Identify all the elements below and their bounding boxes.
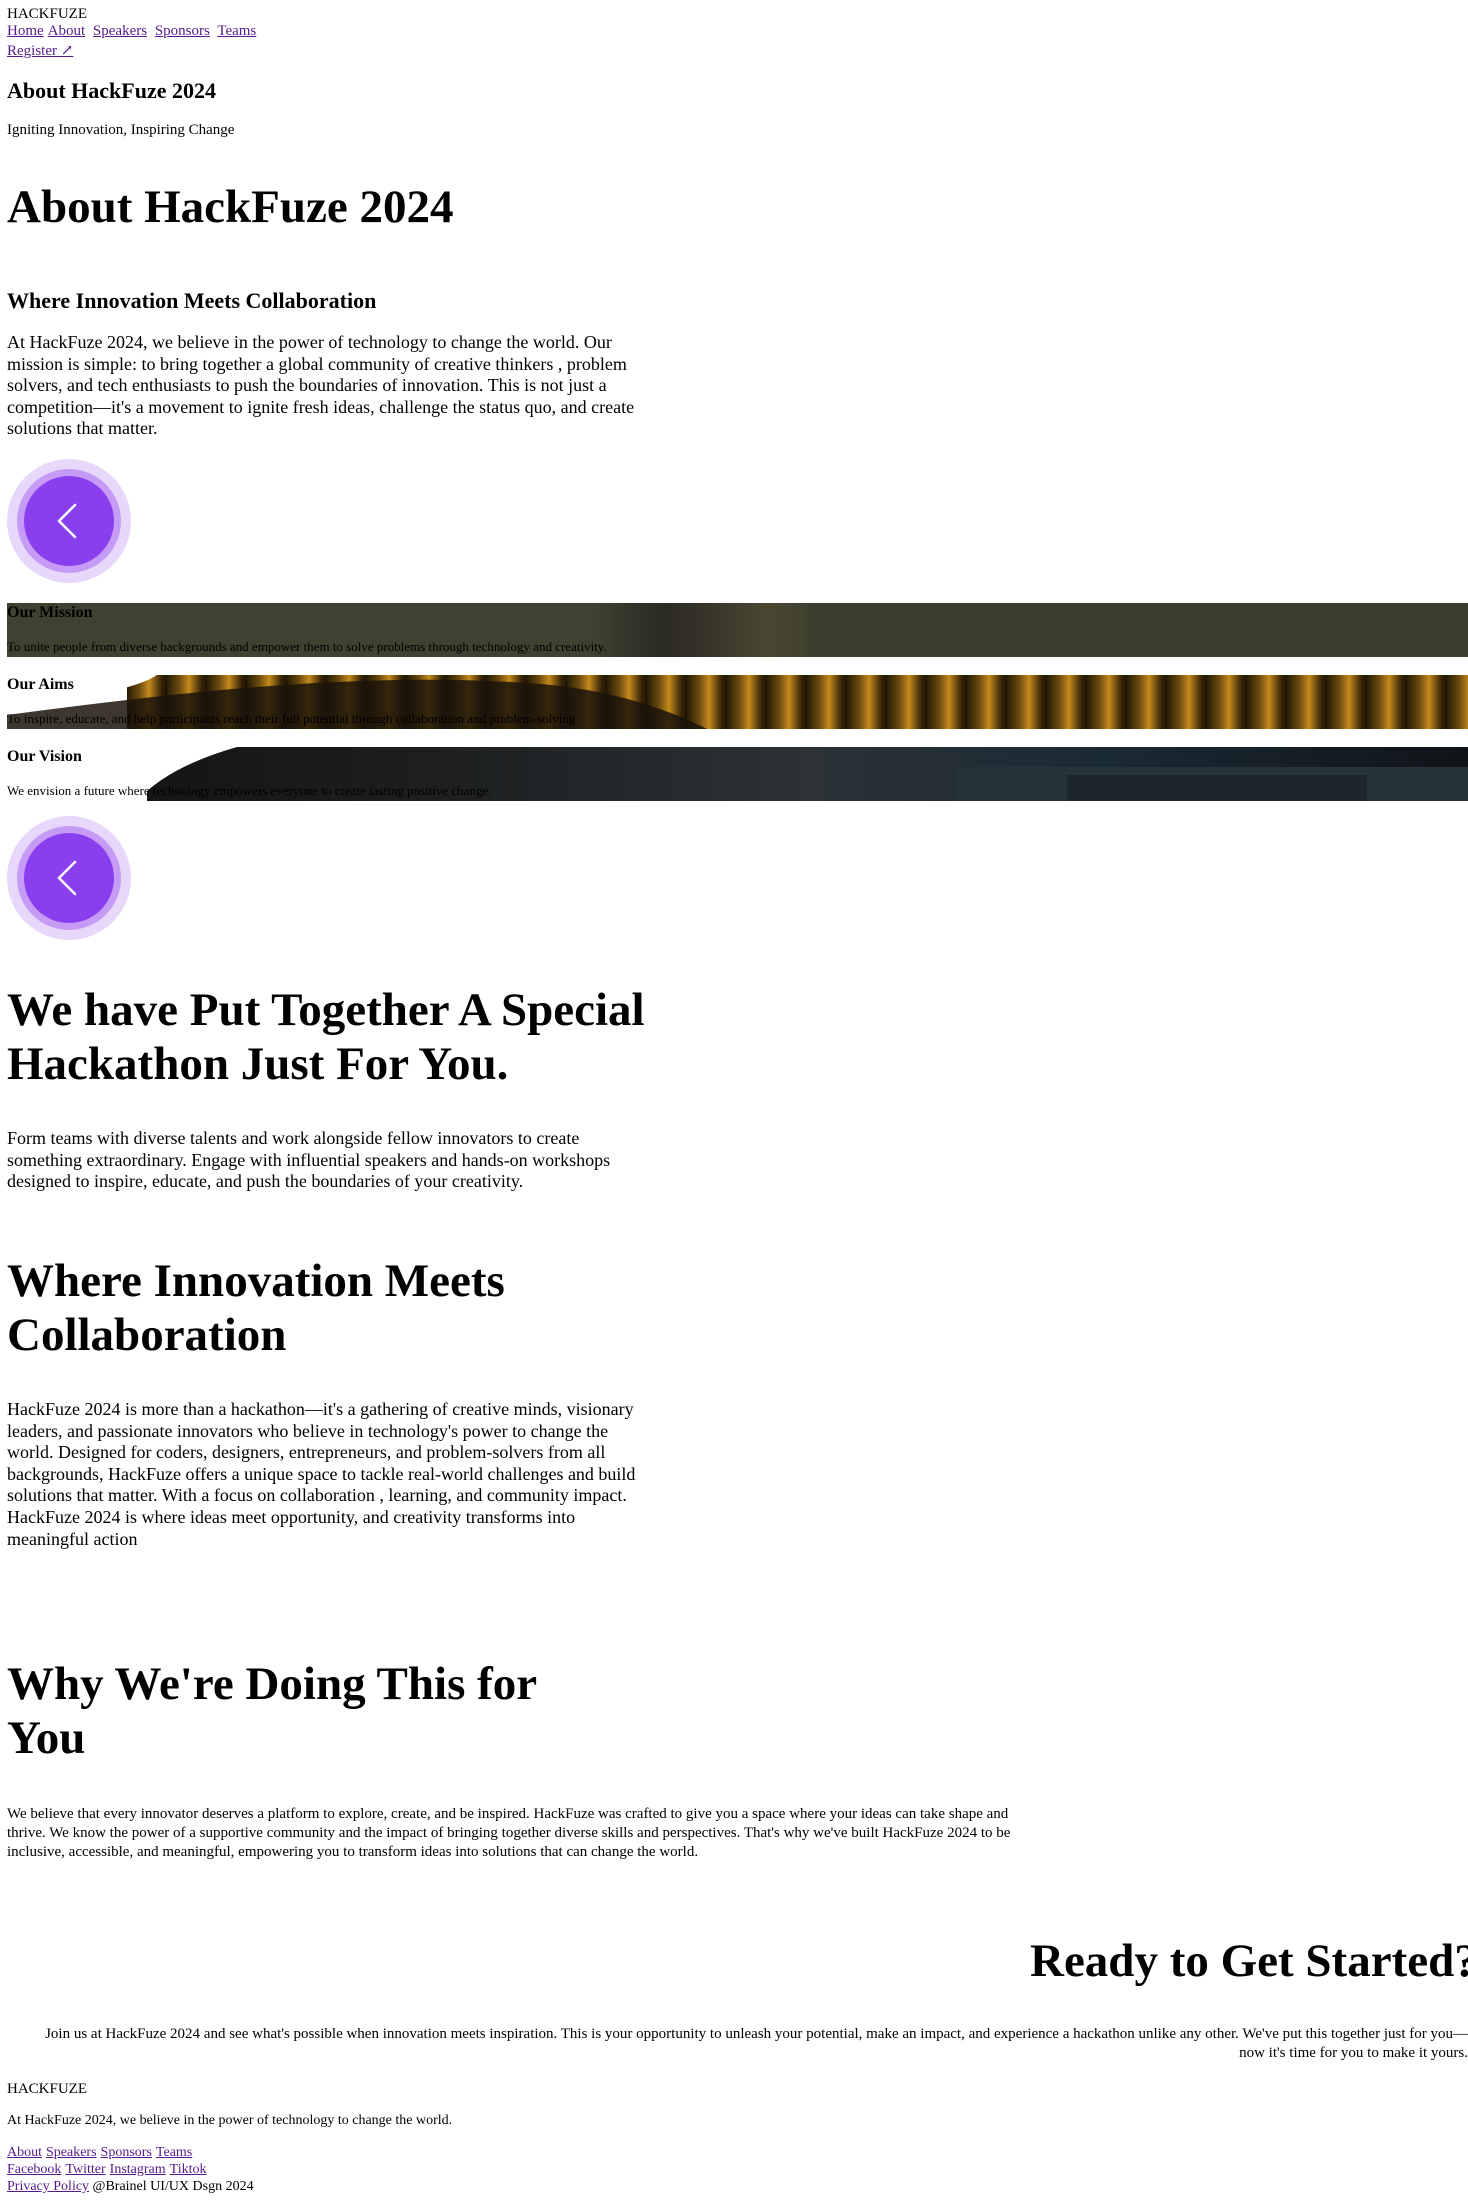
facebook-link[interactable]: Facebook (7, 2162, 61, 2177)
innovation-text: HackFuze 2024 is more than a hackathon—i… (7, 1399, 636, 1549)
why-text: We believe that every innovator deserves… (7, 1806, 1011, 1860)
nav-teams-link[interactable]: Teams (217, 23, 256, 39)
nav-sponsors-link[interactable]: Sponsors (155, 23, 210, 39)
about-text: At HackFuze 2024, we believe in the powe… (7, 332, 635, 439)
chevron-left-icon (57, 503, 77, 539)
button-core (24, 476, 114, 566)
mission-heading: Our Mission (7, 604, 93, 621)
footer-logo: HACKFUZE (7, 2081, 88, 2097)
why-title: Why We're Doing This for You (7, 1658, 537, 1764)
innovation-title: Where Innovation Meets Collaboration (7, 1255, 505, 1361)
aims-text: To inspire, educate, and help participan… (7, 711, 576, 726)
twitter-link[interactable]: Twitter (65, 2162, 105, 2177)
footer-bottom: Privacy Policy @Brainel UI/UX Dsgn 2024 (7, 2179, 254, 2195)
vision-card: Our Vision We envision a future where te… (7, 747, 1468, 801)
mission-card: Our Mission To unite people from diverse… (7, 603, 1468, 657)
footer-speakers-link[interactable]: Speakers (46, 2145, 97, 2160)
tiktok-link[interactable]: Tiktok (170, 2162, 207, 2177)
hero-tagline: Igniting Innovation, Inspiring Change (7, 122, 235, 138)
site-logo: HACKFUZE (7, 6, 88, 22)
aims-heading: Our Aims (7, 676, 74, 693)
footer-sponsors-link[interactable]: Sponsors (101, 2145, 152, 2160)
ready-text: Join us at HackFuze 2024 and see what's … (45, 2026, 1468, 2062)
ready-title: Ready to Get Started? (1030, 1935, 1468, 1987)
nav-home-link[interactable]: Home (7, 23, 44, 39)
footer-tagline: At HackFuze 2024, we believe in the powe… (7, 2113, 453, 2128)
footer-nav: About Speakers Sponsors Teams (7, 2145, 196, 2161)
footer-credit: @Brainel UI/UX Dsgn 2024 (92, 2179, 254, 2194)
special-title: We have Put Together A Special Hackathon… (7, 984, 645, 1090)
aims-card: Our Aims To inspire, educate, and help p… (7, 675, 1468, 729)
button-ring (17, 469, 121, 573)
privacy-policy-link[interactable]: Privacy Policy (7, 2179, 89, 2194)
about-subtitle: Where Innovation Meets Collaboration (7, 288, 377, 313)
carousel-prev-button-2[interactable] (7, 816, 131, 940)
special-text: Form teams with diverse talents and work… (7, 1128, 611, 1192)
mission-text: To unite people from diverse backgrounds… (7, 639, 607, 654)
footer-teams-link[interactable]: Teams (156, 2145, 192, 2160)
main-nav: Home About Speakers Sponsors Teams (7, 23, 260, 40)
about-title: About HackFuze 2024 (7, 181, 454, 233)
nav-about-link[interactable]: About (48, 23, 86, 39)
carousel-prev-button[interactable] (7, 459, 131, 583)
vision-heading: Our Vision (7, 748, 82, 765)
footer-social: Facebook Twitter Instagram Tiktok (7, 2162, 211, 2178)
image-region (807, 603, 1468, 657)
nav-speakers-link[interactable]: Speakers (93, 23, 147, 39)
vision-text: We envision a future where technology em… (7, 783, 492, 798)
button-core (24, 833, 114, 923)
footer-about-link[interactable]: About (7, 2145, 42, 2160)
chevron-left-icon (57, 860, 77, 896)
register-link[interactable]: Register ↗ (7, 43, 73, 60)
button-ring (17, 826, 121, 930)
instagram-link[interactable]: Instagram (110, 2162, 166, 2177)
hero-title: About HackFuze 2024 (7, 78, 216, 103)
